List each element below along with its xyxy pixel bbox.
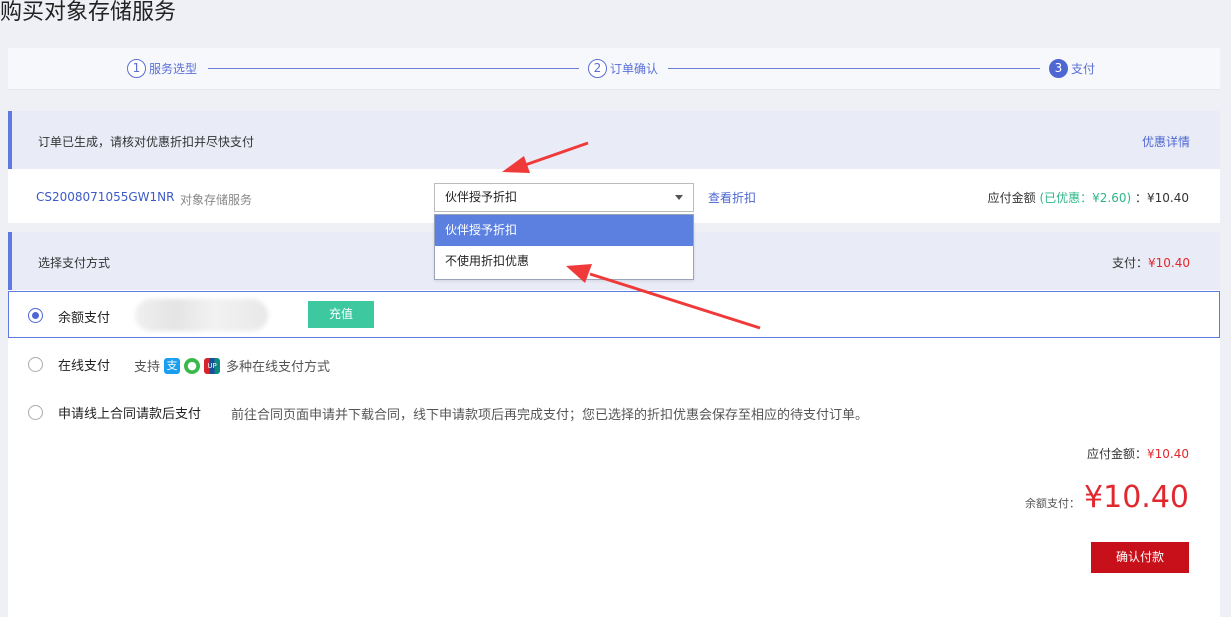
payment-total: 支付：¥10.40 [1112,254,1190,271]
step-1-number: 1 [127,58,146,78]
order-due-amount: 应付金额 (已优惠：¥2.60) ：¥10.40 [988,189,1189,206]
step-connector [668,68,1040,69]
confirm-payment-button[interactable]: 确认付款 [1091,542,1189,573]
step-2-label: 订单确认 [610,61,659,76]
alipay-icon: 支 [164,357,181,374]
payment-method-title: 选择支付方式 [38,256,111,270]
step-3-number: 3 [1049,58,1068,78]
balance-pay-radio[interactable] [28,308,43,323]
contract-pay-label: 申请线上合同请款后支付 [58,407,202,422]
summary-due: 应付金额：¥10.40 [1087,445,1189,462]
balance-pay-label: 余额支付 [58,311,111,326]
payment-body [8,290,1220,617]
order-notice-text: 订单已生成，请核对优惠折扣并尽快支付 [38,135,255,149]
summary-due-label: 应付金额： [1086,447,1147,461]
page-title: 购买对象存储服务 [0,0,177,25]
payment-total-amount: ¥10.40 [1148,256,1190,270]
discount-option-none[interactable]: 不使用折扣优惠 [435,246,693,277]
balance-pay-summary: 余额支付： ¥10.40 [1025,480,1189,515]
step-1-label: 服务选型 [149,61,198,76]
balance-pay-summary-label: 余额支付： [1025,497,1081,510]
discount-select-value: 伙伴授予折扣 [445,190,518,204]
wechat-pay-icon: ● [184,357,201,374]
step-1: 1 服务选型 [127,58,197,78]
order-due-value: ：¥10.40 [1135,191,1189,205]
online-pay-label: 在线支付 [58,359,111,374]
balance-pay-summary-amount: ¥10.40 [1084,480,1189,515]
step-connector [208,68,579,69]
contract-pay-radio[interactable] [28,405,43,420]
unionpay-icon: UP [204,357,221,374]
online-pay-more-text: 多种在线支付方式 [226,360,331,375]
balance-blurred-value [135,299,268,331]
step-3-label: 支付 [1071,61,1096,76]
step-3: 3 支付 [1049,58,1095,78]
step-bar: 1 服务选型 2 订单确认 3 支付 [8,48,1220,90]
discount-dropdown: 伙伴授予折扣 不使用折扣优惠 [434,214,694,280]
order-code-link[interactable]: CS2008071055GW1NR [36,190,174,204]
step-2: 2 订单确认 [588,58,658,78]
summary-due-amount: ¥10.40 [1147,447,1189,461]
online-pay-radio[interactable] [28,357,43,372]
discount-select[interactable]: 伙伴授予折扣 [434,183,694,212]
view-discount-link[interactable]: 查看折扣 [708,189,756,206]
discount-option-partner[interactable]: 伙伴授予折扣 [435,215,693,246]
order-service-name: 对象存储服务 [180,193,253,207]
online-pay-support-text: 支持 [134,360,161,375]
order-due-label: 应付金额 [987,191,1036,205]
step-2-number: 2 [588,58,607,78]
order-notice-bar: 订单已生成，请核对优惠折扣并尽快支付 优惠详情 [8,111,1220,169]
contract-pay-desc: 前往合同页面申请并下载合同，线下申请款项后再完成支付；您已选择的折扣优惠会保存至… [231,408,869,423]
payment-total-label: 支付： [1111,256,1148,270]
online-pay-desc: 支持 支 ● UP 多种在线支付方式 [134,356,330,375]
order-discount-text: (已优惠：¥2.60) [1039,191,1132,205]
caret-down-icon [675,195,683,200]
discount-details-link[interactable]: 优惠详情 [1142,133,1190,150]
recharge-button[interactable]: 充值 [308,301,374,328]
